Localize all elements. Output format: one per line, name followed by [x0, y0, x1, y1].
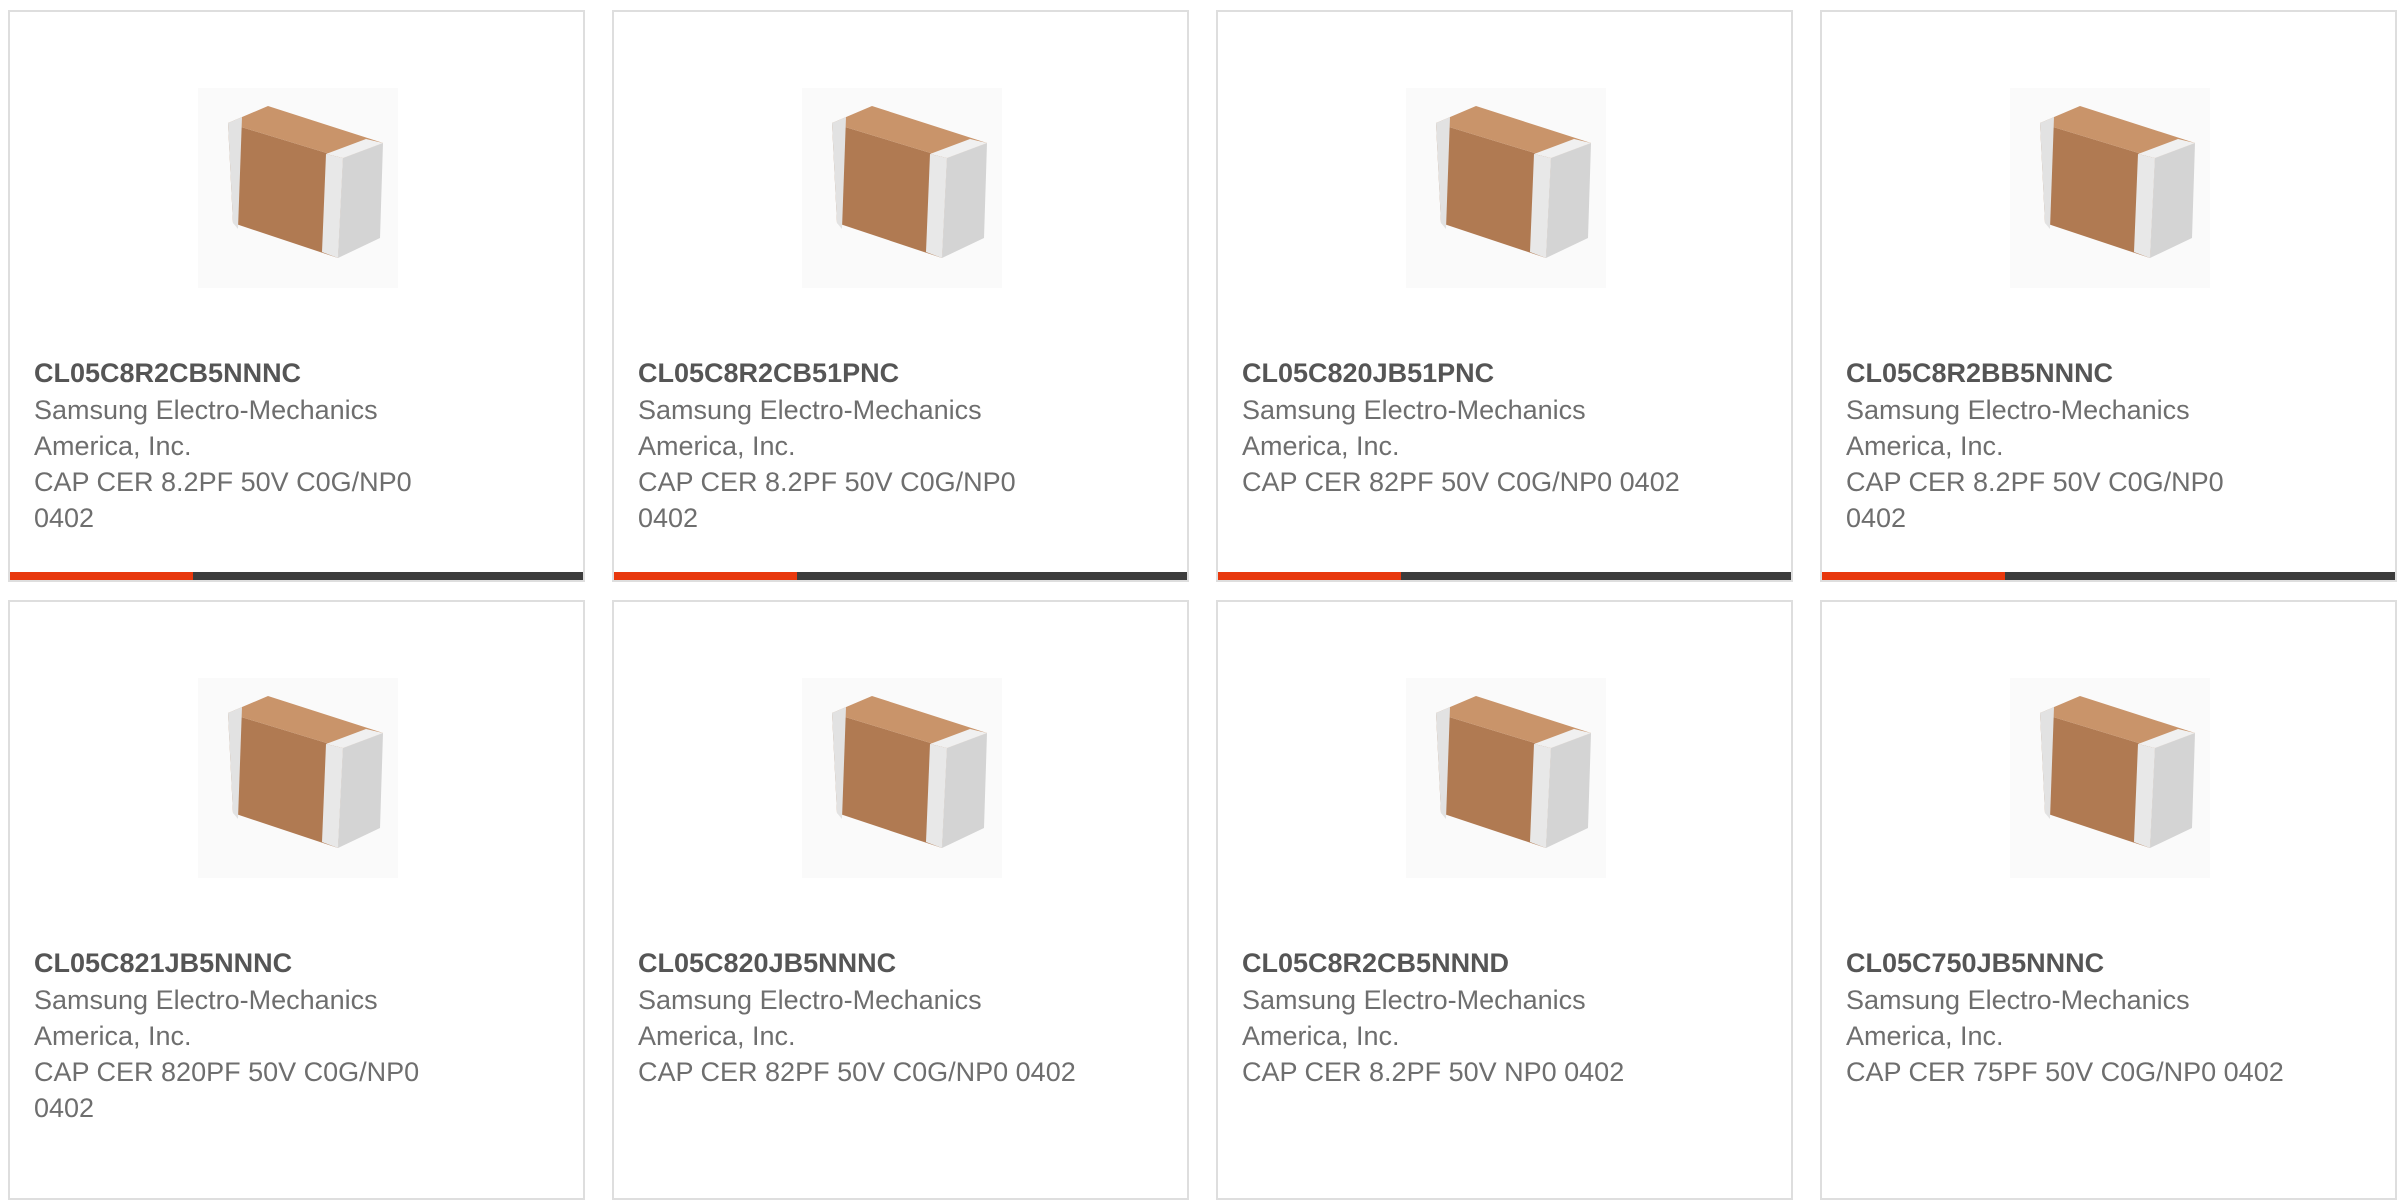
product-info: CL05C750JB5NNNC Samsung Electro-Mechanic… — [1846, 945, 2286, 1090]
product-info: CL05C8R2CB51PNC Samsung Electro-Mechanic… — [638, 355, 1078, 536]
manufacturer: Samsung Electro-Mechanics America, Inc. — [1242, 985, 1586, 1051]
product-grid-row-2: CL05C821JB5NNNC Samsung Electro-Mechanic… — [8, 600, 2400, 1200]
part-number[interactable]: CL05C8R2CB5NNNC — [34, 355, 474, 391]
product-card[interactable]: CL05C8R2CB51PNC Samsung Electro-Mechanic… — [612, 10, 1189, 582]
ceramic-capacitor-chip-icon[interactable] — [2010, 678, 2210, 878]
description: CAP CER 820PF 50V C0G/NP0 0402 — [34, 1057, 420, 1123]
ceramic-capacitor-chip-icon[interactable] — [198, 678, 398, 878]
description: CAP CER 8.2PF 50V NP0 0402 — [1242, 1057, 1625, 1087]
manufacturer: Samsung Electro-Mechanics America, Inc. — [1846, 395, 2190, 461]
ceramic-capacitor-chip-icon[interactable] — [802, 678, 1002, 878]
ceramic-capacitor-chip-icon[interactable] — [1406, 88, 1606, 288]
product-info: CL05C8R2CB5NNNC Samsung Electro-Mechanic… — [34, 355, 474, 536]
part-number[interactable]: CL05C750JB5NNNC — [1846, 945, 2286, 981]
product-card[interactable]: CL05C8R2CB5NNNC Samsung Electro-Mechanic… — [8, 10, 585, 582]
product-info: CL05C820JB51PNC Samsung Electro-Mechanic… — [1242, 355, 1682, 500]
card-bottom-bar — [10, 572, 583, 580]
product-info: CL05C8R2CB5NNND Samsung Electro-Mechanic… — [1242, 945, 1682, 1090]
card-accent — [614, 572, 797, 580]
description: CAP CER 82PF 50V C0G/NP0 0402 — [638, 1057, 1076, 1087]
card-bottom-bar — [1218, 572, 1791, 580]
manufacturer: Samsung Electro-Mechanics America, Inc. — [638, 395, 982, 461]
description: CAP CER 8.2PF 50V C0G/NP0 0402 — [34, 467, 412, 533]
card-accent — [1822, 572, 2005, 580]
product-info: CL05C8R2BB5NNNC Samsung Electro-Mechanic… — [1846, 355, 2286, 536]
manufacturer: Samsung Electro-Mechanics America, Inc. — [34, 985, 378, 1051]
product-info: CL05C821JB5NNNC Samsung Electro-Mechanic… — [34, 945, 474, 1126]
part-number[interactable]: CL05C8R2CB51PNC — [638, 355, 1078, 391]
ceramic-capacitor-chip-icon[interactable] — [1406, 678, 1606, 878]
card-bottom-bar — [1822, 572, 2395, 580]
product-card[interactable]: CL05C8R2BB5NNNC Samsung Electro-Mechanic… — [1820, 10, 2397, 582]
part-number[interactable]: CL05C8R2BB5NNNC — [1846, 355, 2286, 391]
product-card[interactable]: CL05C821JB5NNNC Samsung Electro-Mechanic… — [8, 600, 585, 1200]
ceramic-capacitor-chip-icon[interactable] — [198, 88, 398, 288]
product-grid: CL05C8R2CB5NNNC Samsung Electro-Mechanic… — [8, 10, 2400, 582]
product-info: CL05C820JB5NNNC Samsung Electro-Mechanic… — [638, 945, 1078, 1090]
description: CAP CER 82PF 50V C0G/NP0 0402 — [1242, 467, 1680, 497]
card-accent — [1218, 572, 1401, 580]
part-number[interactable]: CL05C820JB51PNC — [1242, 355, 1682, 391]
product-card[interactable]: CL05C820JB5NNNC Samsung Electro-Mechanic… — [612, 600, 1189, 1200]
part-number[interactable]: CL05C820JB5NNNC — [638, 945, 1078, 981]
description: CAP CER 8.2PF 50V C0G/NP0 0402 — [1846, 467, 2224, 533]
manufacturer: Samsung Electro-Mechanics America, Inc. — [638, 985, 982, 1051]
part-number[interactable]: CL05C8R2CB5NNND — [1242, 945, 1682, 981]
product-card[interactable]: CL05C820JB51PNC Samsung Electro-Mechanic… — [1216, 10, 1793, 582]
ceramic-capacitor-chip-icon[interactable] — [2010, 88, 2210, 288]
manufacturer: Samsung Electro-Mechanics America, Inc. — [1242, 395, 1586, 461]
manufacturer: Samsung Electro-Mechanics America, Inc. — [34, 395, 378, 461]
ceramic-capacitor-chip-icon[interactable] — [802, 88, 1002, 288]
description: CAP CER 75PF 50V C0G/NP0 0402 — [1846, 1057, 2284, 1087]
product-card[interactable]: CL05C8R2CB5NNND Samsung Electro-Mechanic… — [1216, 600, 1793, 1200]
part-number[interactable]: CL05C821JB5NNNC — [34, 945, 474, 981]
manufacturer: Samsung Electro-Mechanics America, Inc. — [1846, 985, 2190, 1051]
card-bottom-bar — [614, 572, 1187, 580]
description: CAP CER 8.2PF 50V C0G/NP0 0402 — [638, 467, 1016, 533]
product-card[interactable]: CL05C750JB5NNNC Samsung Electro-Mechanic… — [1820, 600, 2397, 1200]
card-accent — [10, 572, 193, 580]
